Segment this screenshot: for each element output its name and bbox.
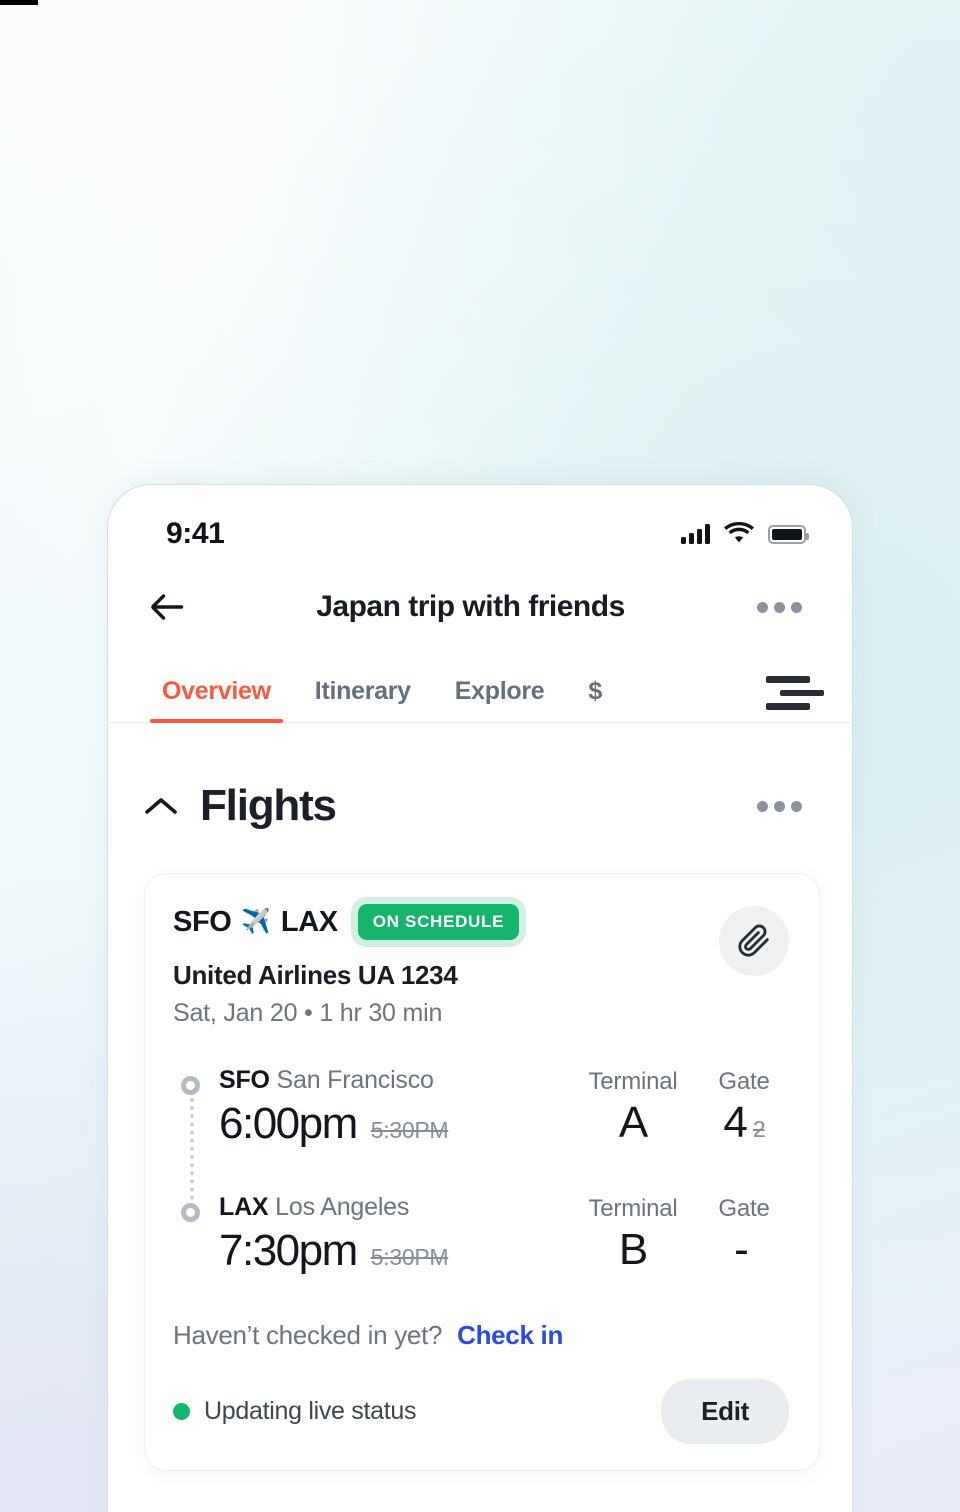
leg-code: LAX <box>219 1193 269 1221</box>
status-bar: 9:41 <box>108 485 852 569</box>
terminal-value: A <box>567 1098 699 1148</box>
live-status-dot-icon <box>173 1403 190 1420</box>
flight-leg-arrival: LAX Los Angeles 7:30pm 5:30PM Terminal B… <box>173 1193 789 1276</box>
flight-card-header: SFO ✈️ LAX ON SCHEDULE United Airlines U… <box>173 904 789 1028</box>
flight-leg-departure: SFO San Francisco 6:00pm 5:30PM Terminal <box>173 1066 789 1149</box>
section-overflow-button[interactable] <box>747 791 812 822</box>
airplane-icon: ✈️ <box>241 908 271 935</box>
wifi-icon <box>724 521 754 548</box>
status-badge: ON SCHEDULE <box>357 904 520 940</box>
destination-code: LAX <box>280 905 338 938</box>
gate-value-text: - <box>734 1225 749 1274</box>
more-horizontal-icon-dot <box>791 800 802 812</box>
more-horizontal-icon-dot <box>774 601 785 613</box>
tab-itinerary[interactable]: Itinerary <box>293 645 433 722</box>
gate-previous-value: 2 <box>752 1116 766 1142</box>
flight-card[interactable]: SFO ✈️ LAX ON SCHEDULE United Airlines U… <box>144 873 820 1471</box>
leg-time: 7:30pm <box>219 1226 358 1275</box>
leg-city: San Francisco <box>276 1066 434 1094</box>
leg-previous-time: 5:30PM <box>370 1244 449 1270</box>
origin-code: SFO <box>173 905 232 938</box>
leg-code: SFO <box>219 1066 270 1094</box>
more-horizontal-icon-dot <box>757 800 768 812</box>
status-bar-icons <box>681 521 809 548</box>
terminal-column-departure: Terminal A <box>567 1068 699 1148</box>
leg-previous-time: 5:30PM <box>370 1117 449 1143</box>
terminal-value: B <box>567 1225 699 1275</box>
live-status-text: Updating live status <box>204 1397 417 1425</box>
flight-route: SFO ✈️ LAX ON SCHEDULE <box>173 904 719 940</box>
collapse-section-button[interactable] <box>140 789 192 823</box>
paperclip-icon <box>738 924 769 957</box>
tab-budget[interactable]: $ <box>566 645 624 722</box>
edit-button[interactable]: Edit <box>661 1379 789 1444</box>
flight-legs: SFO San Francisco 6:00pm 5:30PM Terminal <box>173 1066 789 1276</box>
hamburger-menu-icon[interactable] <box>766 676 826 722</box>
gate-column-arrival: Gate - <box>699 1195 789 1275</box>
page-title: Japan trip with friends <box>316 590 625 623</box>
tab-bar: Overview Itinerary Explore $ <box>108 645 852 723</box>
nav-bar: Japan trip with friends <box>108 569 852 645</box>
leg-airport-departure: SFO San Francisco <box>219 1066 567 1095</box>
terminal-value-text: B <box>618 1225 648 1274</box>
phone-frame: 9:41 Japan trip with friends Overview It… <box>107 484 853 1512</box>
leg-right-arrival: Terminal B Gate - <box>567 1193 789 1275</box>
back-button[interactable] <box>140 580 194 634</box>
cellular-signal-icon <box>681 524 710 544</box>
attachment-button[interactable] <box>719 906 789 976</box>
more-horizontal-icon-dot <box>774 800 785 812</box>
tab-overview[interactable]: Overview <box>140 645 293 723</box>
section-title: Flights <box>200 781 337 830</box>
battery-icon <box>768 524 809 544</box>
more-horizontal-icon-dot <box>791 601 802 613</box>
check-in-row: Haven’t checked in yet? Check in <box>173 1320 789 1351</box>
status-bar-clock: 9:41 <box>166 517 225 550</box>
leg-left-departure: SFO San Francisco 6:00pm 5:30PM <box>219 1066 567 1149</box>
leg-airport-arrival: LAX Los Angeles <box>219 1193 567 1222</box>
gate-label: Gate <box>718 1068 770 1095</box>
leg-dot-icon <box>181 1076 200 1095</box>
arrow-left-icon <box>151 594 184 620</box>
more-horizontal-icon-dot <box>757 601 768 613</box>
gate-column-departure: Gate 4 2 <box>699 1068 789 1148</box>
flight-date-duration: Sat, Jan 20 • 1 hr 30 min <box>173 999 443 1027</box>
terminal-value-text: A <box>618 1098 648 1147</box>
flights-section-header: Flights <box>108 723 852 831</box>
leg-time: 6:00pm <box>219 1099 358 1148</box>
leg-right-departure: Terminal A Gate 4 2 <box>567 1066 789 1148</box>
gate-value: 4 2 <box>699 1098 789 1148</box>
top-edge-marker <box>0 0 38 5</box>
airline-and-flight-number: United Airlines UA 1234 <box>173 960 458 990</box>
terminal-label: Terminal <box>588 1068 678 1095</box>
check-in-link[interactable]: Check in <box>457 1320 563 1350</box>
terminal-column-arrival: Terminal B <box>567 1195 699 1275</box>
leg-times-departure: 6:00pm 5:30PM <box>219 1099 567 1149</box>
leg-times-arrival: 7:30pm 5:30PM <box>219 1226 567 1276</box>
chevron-up-icon <box>145 798 177 814</box>
leg-left-arrival: LAX Los Angeles 7:30pm 5:30PM <box>219 1193 567 1276</box>
leg-dot-icon <box>181 1203 200 1222</box>
tab-explore[interactable]: Explore <box>433 645 567 722</box>
nav-overflow-button[interactable] <box>747 592 812 623</box>
check-in-prompt: Haven’t checked in yet? <box>173 1320 443 1350</box>
flight-summary: SFO ✈️ LAX ON SCHEDULE United Airlines U… <box>173 904 719 1028</box>
gate-value-text: 4 <box>723 1098 748 1147</box>
terminal-label: Terminal <box>588 1195 678 1222</box>
flight-card-footer: Updating live status Edit <box>173 1379 789 1444</box>
gate-value: - <box>699 1225 789 1275</box>
gate-label: Gate <box>718 1195 770 1222</box>
page-backdrop: 9:41 Japan trip with friends Overview It… <box>0 0 960 1512</box>
leg-city: Los Angeles <box>275 1193 410 1221</box>
